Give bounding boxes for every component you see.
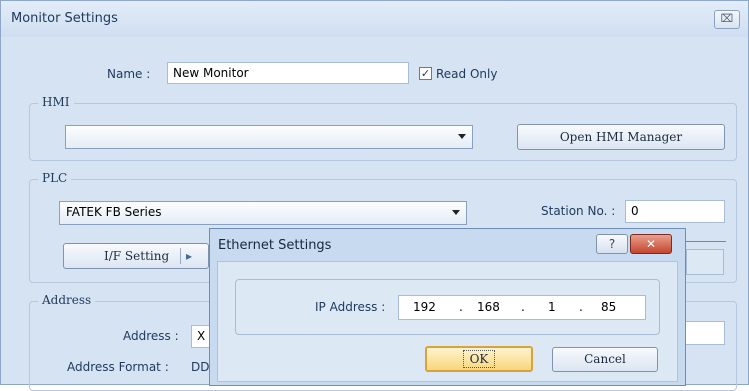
ok-label: OK [462, 350, 496, 368]
plc-divider-line [686, 241, 726, 242]
read-only-checkbox[interactable]: ✓ [419, 67, 432, 80]
ip-octet-4: 85 [601, 300, 617, 314]
address-group-title: Address [38, 293, 96, 307]
read-only-label: Read Only [436, 67, 498, 81]
if-setting-button[interactable]: I/F Setting ▸ [63, 243, 209, 269]
ethernet-settings-dialog: Ethernet Settings ? ✕ IP Address : 192 .… [209, 228, 686, 386]
ip-address-label: IP Address : [315, 300, 386, 314]
cancel-button[interactable]: Cancel [552, 347, 658, 372]
address-side-input[interactable] [685, 321, 725, 345]
name-input[interactable]: New Monitor [167, 62, 409, 84]
station-no-input[interactable]: 0 [625, 200, 725, 223]
address-format-label: Address Format : [67, 360, 169, 374]
dialog-close-button[interactable]: ✕ [630, 234, 672, 254]
ip-octet-1: 192 [413, 300, 436, 314]
station-no-label: Station No. : [541, 204, 616, 218]
plc-group-title: PLC [38, 171, 72, 185]
ip-address-input[interactable]: 192 . 168 . 1 . 85 [398, 295, 646, 320]
chevron-right-icon: ▸ [186, 249, 193, 263]
hmi-group-title: HMI [38, 95, 74, 109]
plc-option-box [686, 249, 724, 275]
ip-dot-1: . [459, 300, 463, 314]
chevron-down-icon [452, 210, 460, 215]
dialog-title: Ethernet Settings [218, 238, 332, 253]
plc-select-value: FATEK FB Series [66, 205, 162, 219]
ip-octet-2: 168 [477, 300, 500, 314]
chevron-down-icon [458, 134, 466, 139]
dialog-body: IP Address : 192 . 168 . 1 . 85 OK Cance… [217, 261, 678, 382]
if-setting-label: I/F Setting [104, 249, 170, 263]
plc-select[interactable]: FATEK FB Series [59, 201, 467, 225]
address-label: Address : [123, 329, 179, 343]
ip-octet-3: 1 [548, 300, 556, 314]
ok-button[interactable]: OK [425, 346, 533, 372]
hmi-select[interactable] [65, 125, 473, 149]
split-divider [180, 248, 181, 264]
title-bar: Monitor Settings ⌧ [1, 1, 748, 37]
ip-dot-3: . [579, 300, 583, 314]
monitor-settings-window: Monitor Settings ⌧ Name : New Monitor ✓ … [0, 0, 749, 391]
open-hmi-manager-button[interactable]: Open HMI Manager [517, 124, 725, 150]
help-icon[interactable]: ? [596, 234, 628, 254]
ip-dot-2: . [521, 300, 525, 314]
name-label: Name : [107, 67, 151, 81]
window-close-button[interactable]: ⌧ [714, 10, 740, 29]
window-title: Monitor Settings [11, 11, 118, 26]
address-format-value: DD [191, 360, 210, 374]
